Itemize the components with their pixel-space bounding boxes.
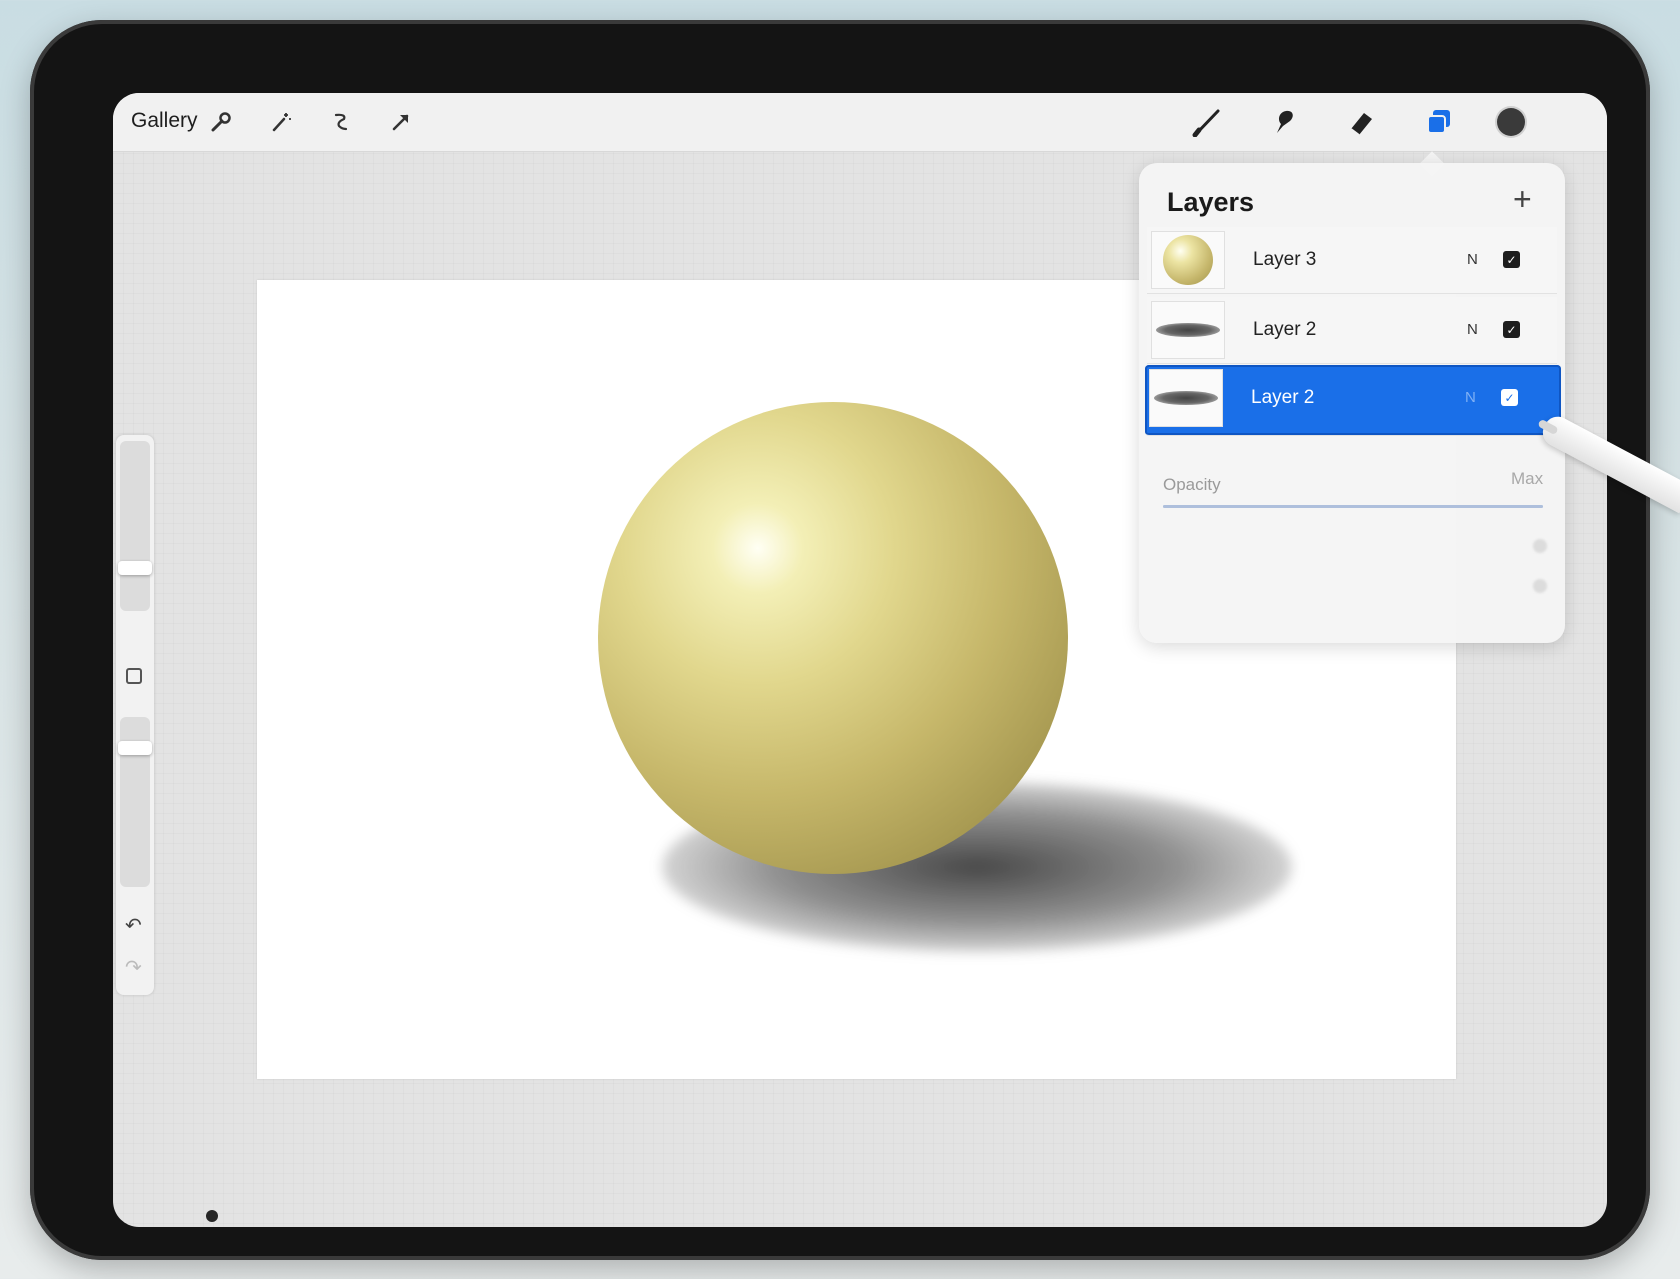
gallery-button[interactable]: Gallery [131, 109, 198, 133]
layer-thumbnail [1151, 301, 1225, 359]
layer-thumbnail [1151, 231, 1225, 289]
golden-sphere [598, 402, 1068, 874]
opacity-fill [1163, 505, 1543, 508]
modify-button[interactable] [126, 668, 142, 684]
faded-toggle [1533, 539, 1547, 553]
ipad-device: Gallery ↶ ↷ Layers + Layer 3 N ✓ Layer 2… [30, 20, 1650, 1260]
camera-dot [206, 1210, 218, 1222]
visibility-checkbox[interactable]: ✓ [1501, 389, 1518, 406]
layers-title: Layers [1167, 187, 1255, 217]
layer-row[interactable]: Layer 2 N ✓ [1147, 297, 1557, 364]
visibility-checkbox[interactable]: ✓ [1503, 321, 1520, 338]
layer-opacity-slider[interactable] [1163, 505, 1543, 508]
brush-size-slider[interactable] [118, 441, 152, 611]
redo-icon[interactable]: ↷ [125, 955, 142, 980]
layer-name: Layer 2 [1253, 319, 1317, 340]
color-swatch[interactable] [1495, 106, 1527, 138]
layer-row-selected[interactable]: Layer 2 N ✓ [1145, 365, 1561, 436]
brush-size-handle[interactable] [118, 561, 152, 575]
magic-wand-icon[interactable] [265, 106, 297, 138]
brush-icon[interactable] [1191, 106, 1223, 138]
opacity-slider[interactable] [118, 717, 152, 887]
layers-panel: Layers + Layer 3 N ✓ Layer 2 N ✓ Layer 2… [1139, 163, 1565, 643]
wrench-icon[interactable] [205, 106, 237, 138]
layer-thumbnail [1149, 369, 1223, 427]
transform-arrow-icon[interactable] [385, 106, 417, 138]
eraser-icon[interactable] [1345, 106, 1377, 138]
selection-icon[interactable] [325, 106, 357, 138]
opacity-label: Opacity [1163, 475, 1221, 494]
opacity-value: Max [1511, 469, 1544, 488]
smudge-icon[interactable] [1268, 106, 1300, 138]
faded-toggle [1533, 579, 1547, 593]
layers-icon[interactable] [1423, 106, 1455, 138]
undo-icon[interactable]: ↶ [125, 913, 142, 938]
add-layer-plus-icon[interactable]: + [1513, 181, 1532, 218]
layer-name: Layer 2 [1251, 387, 1315, 408]
opacity-handle[interactable] [118, 741, 152, 755]
blend-mode-label[interactable]: N [1467, 321, 1478, 338]
top-toolbar: Gallery [113, 93, 1607, 152]
layer-row[interactable]: Layer 3 N ✓ [1147, 227, 1557, 294]
blend-mode-label[interactable]: N [1467, 251, 1478, 268]
blend-mode-label[interactable]: N [1465, 389, 1476, 406]
visibility-checkbox[interactable]: ✓ [1503, 251, 1520, 268]
app-screen: Gallery ↶ ↷ Layers + Layer 3 N ✓ Layer 2… [113, 93, 1607, 1227]
layer-name: Layer 3 [1253, 249, 1317, 270]
left-sidebar: ↶ ↷ [116, 435, 154, 995]
